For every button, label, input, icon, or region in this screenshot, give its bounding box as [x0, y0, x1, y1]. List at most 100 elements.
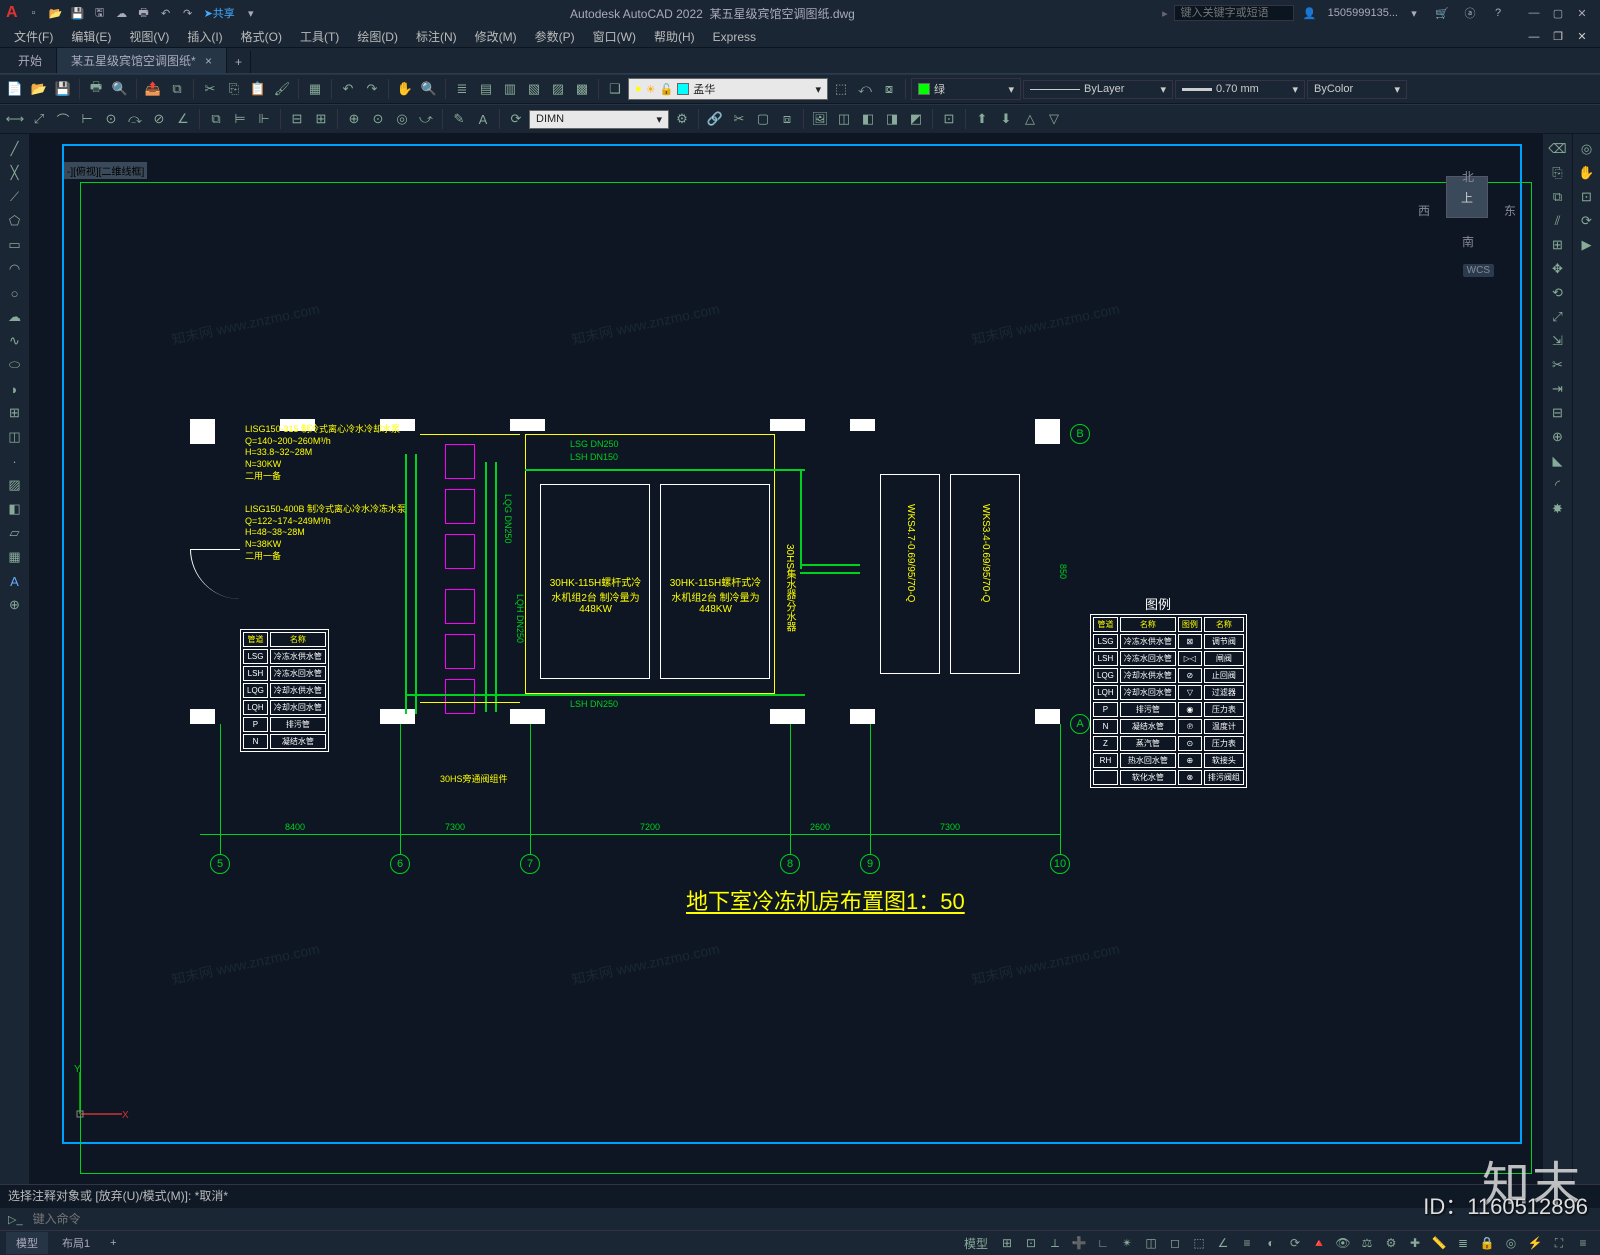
dim-ordinate-icon[interactable]: ⊢	[76, 108, 98, 130]
xref-manager-icon[interactable]: ⊡	[938, 108, 960, 130]
selection-cycle-icon[interactable]: ⟳	[1284, 1233, 1306, 1253]
tab-start[interactable]: 开始	[4, 48, 57, 73]
layer-match-icon[interactable]: ⬚	[830, 78, 852, 100]
plot-icon[interactable]: 🖶	[85, 78, 107, 100]
dim-baseline-icon[interactable]: ⊨	[229, 108, 251, 130]
spline-icon[interactable]: ∿	[4, 330, 26, 352]
dim-quick-icon[interactable]: ⧉	[205, 108, 227, 130]
quickprops-icon[interactable]: ≣	[1452, 1233, 1474, 1253]
menu-express[interactable]: Express	[705, 28, 764, 46]
extend-icon[interactable]: ⇥	[1547, 378, 1569, 400]
tab-new-icon[interactable]: +	[227, 51, 251, 73]
fillet-icon[interactable]: ◜	[1547, 474, 1569, 496]
qat-more-icon[interactable]: ▾	[241, 3, 261, 23]
makeblock-icon[interactable]: ◫	[4, 426, 26, 448]
dim-arc-icon[interactable]: ⌒	[52, 108, 74, 130]
annoautoscale-icon[interactable]: ⚖	[1356, 1233, 1378, 1253]
draworder-back-icon[interactable]: ⬇	[995, 108, 1017, 130]
ref-bind-icon[interactable]: ⧈	[776, 108, 798, 130]
break-icon[interactable]: ⊟	[1547, 402, 1569, 424]
region-icon[interactable]: ▱	[4, 522, 26, 544]
paste-icon[interactable]: 📋	[247, 78, 269, 100]
ref-clip-icon[interactable]: ✂	[728, 108, 750, 130]
isodraft-icon[interactable]: ◫	[1140, 1233, 1162, 1253]
new-icon[interactable]: 📄	[4, 78, 26, 100]
rectangle-icon[interactable]: ▭	[4, 234, 26, 256]
dimedit-icon[interactable]: ✎	[448, 108, 470, 130]
menu-format[interactable]: 格式(O)	[233, 26, 290, 47]
menu-view[interactable]: 视图(V)	[121, 26, 177, 47]
viewcube-north[interactable]: 北	[1462, 168, 1474, 185]
img-adjust-icon[interactable]: ◧	[857, 108, 879, 130]
qat-save-icon[interactable]: 💾	[68, 3, 88, 23]
pan-icon[interactable]: ✋	[394, 78, 416, 100]
dim-continue-icon[interactable]: ⊩	[253, 108, 275, 130]
annoscale-icon[interactable]: 🔺	[1308, 1233, 1330, 1253]
plotstyle-dropdown[interactable]: ByColor ▾	[1307, 80, 1407, 99]
menu-dimension[interactable]: 标注(N)	[408, 26, 465, 47]
move-icon[interactable]: ✥	[1547, 258, 1569, 280]
hwaccel-icon[interactable]: ⚡	[1524, 1233, 1546, 1253]
orbit-icon[interactable]: ⟳	[1576, 210, 1598, 232]
quickcalc-icon[interactable]: ▩	[571, 78, 593, 100]
mtext-icon[interactable]: A	[4, 570, 26, 592]
workspace-icon[interactable]: ⚙	[1380, 1233, 1402, 1253]
open-icon[interactable]: 📂	[28, 78, 50, 100]
preview-icon[interactable]: 🔍	[109, 78, 131, 100]
3ddwf-icon[interactable]: ⧉	[166, 78, 188, 100]
mirror-icon[interactable]: ⧉	[1547, 186, 1569, 208]
wcs-badge[interactable]: WCS	[1463, 264, 1494, 277]
qat-undo-icon[interactable]: ↶	[156, 3, 176, 23]
redo2-icon[interactable]: ↷	[361, 78, 383, 100]
menu-insert[interactable]: 插入(I)	[179, 26, 230, 47]
customize-icon[interactable]: ≡	[1572, 1233, 1594, 1253]
user-name[interactable]: 1505999135...	[1328, 7, 1398, 19]
snap-toggle-icon[interactable]: ⊡	[1020, 1233, 1042, 1253]
isolate-icon[interactable]: ◎	[1500, 1233, 1522, 1253]
dim-radius-icon[interactable]: ⊙	[100, 108, 122, 130]
polar-toggle-icon[interactable]: ✴	[1116, 1233, 1138, 1253]
copy2-icon[interactable]: ⎘	[1547, 162, 1569, 184]
dimstyle-dropdown[interactable]: DIMN ▾	[529, 110, 669, 129]
units-icon[interactable]: 📏	[1428, 1233, 1450, 1253]
viewcube-east[interactable]: 东	[1504, 202, 1516, 219]
markup-icon[interactable]: ▨	[547, 78, 569, 100]
signin-icon[interactable]: 👤	[1300, 3, 1320, 23]
transparency-icon[interactable]: ◐	[1260, 1233, 1282, 1253]
pline-icon[interactable]: ⟋	[4, 186, 26, 208]
designcenter-icon[interactable]: ▤	[475, 78, 497, 100]
draworder-above-icon[interactable]: △	[1019, 108, 1041, 130]
autodesk-app-icon[interactable]: ▾	[1404, 3, 1424, 23]
osnap-toggle-icon[interactable]: ◻	[1164, 1233, 1186, 1253]
array-icon[interactable]: ⊞	[1547, 234, 1569, 256]
annomonitor-icon[interactable]: ✚	[1404, 1233, 1426, 1253]
add-layout-icon[interactable]: +	[104, 1234, 122, 1252]
join-icon[interactable]: ⊕	[1547, 426, 1569, 448]
sheetset-icon[interactable]: ▧	[523, 78, 545, 100]
centermark-icon[interactable]: ⊙	[367, 108, 389, 130]
img-frame-icon[interactable]: ◩	[905, 108, 927, 130]
dim-angular-icon[interactable]: ∠	[172, 108, 194, 130]
draworder-front-icon[interactable]: ⬆	[971, 108, 993, 130]
blockeditor-icon[interactable]: ▦	[304, 78, 326, 100]
lockui-icon[interactable]: 🔒	[1476, 1233, 1498, 1253]
menu-modify[interactable]: 修改(M)	[467, 26, 525, 47]
table-icon[interactable]: ▦	[4, 546, 26, 568]
menu-draw[interactable]: 绘图(D)	[349, 26, 406, 47]
viewcube-west[interactable]: 西	[1418, 202, 1430, 219]
dimupdate-icon[interactable]: ⟳	[505, 108, 527, 130]
toolpalette-icon[interactable]: ▥	[499, 78, 521, 100]
gradient-icon[interactable]: ◧	[4, 498, 26, 520]
layer-dropdown[interactable]: ● ☀ 🔓 孟华 ▾	[628, 78, 828, 100]
trim-icon[interactable]: ✂	[1547, 354, 1569, 376]
line-icon[interactable]: ╱	[4, 138, 26, 160]
dim-diameter-icon[interactable]: ⊘	[148, 108, 170, 130]
explode-icon[interactable]: ✸	[1547, 498, 1569, 520]
insertblock-icon[interactable]: ⊞	[4, 402, 26, 424]
viewcube-south[interactable]: 南	[1462, 233, 1474, 250]
help-search-input[interactable]	[1174, 5, 1294, 21]
dynamic-input-icon[interactable]: ➕	[1068, 1233, 1090, 1253]
img-clip-icon[interactable]: ◫	[833, 108, 855, 130]
qat-plot-icon[interactable]: 🖶	[134, 3, 154, 23]
3dosnap-icon[interactable]: ⬚	[1188, 1233, 1210, 1253]
